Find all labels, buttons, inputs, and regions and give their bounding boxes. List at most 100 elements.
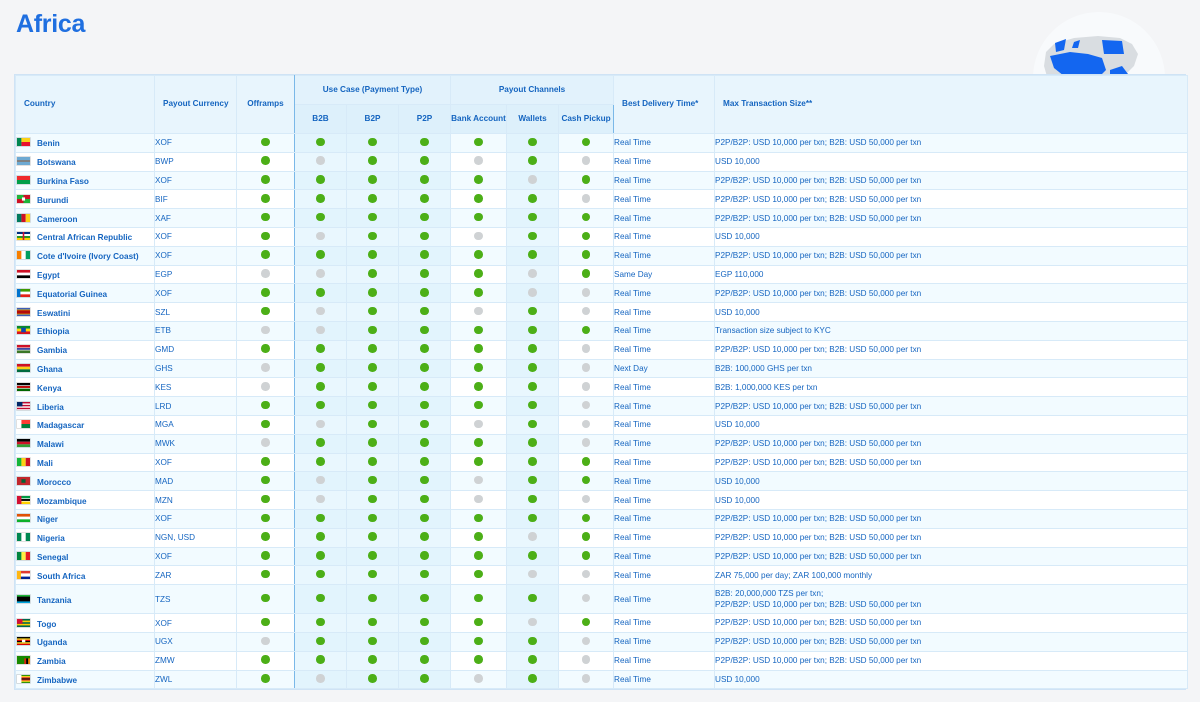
cash-pickup-available-dot (582, 551, 591, 560)
col-header-bank-account[interactable]: Bank Account (451, 105, 507, 134)
availability-table-container: Country Payout Currency Offramps Use Cas… (14, 74, 1186, 690)
p2p-available-dot (420, 674, 429, 683)
table-row[interactable]: MalawiMWKReal TimeP2P/B2P: USD 10,000 pe… (16, 434, 1188, 453)
table-row[interactable]: Burkina FasoXOFReal TimeP2P/B2P: USD 10,… (16, 171, 1188, 190)
cell-payout-currency: XOF (155, 509, 237, 528)
table-row[interactable]: MozambiqueMZNReal TimeUSD 10,000 (16, 491, 1188, 510)
cell-max-transaction-size: USD 10,000 (715, 152, 1188, 171)
cell-b2p (347, 453, 399, 472)
table-row[interactable]: TanzaniaTZSReal TimeB2B: 20,000,000 TZS … (16, 585, 1188, 614)
col-header-cash-pickup[interactable]: Cash Pickup (559, 105, 614, 134)
cash-pickup-available-dot (582, 232, 591, 241)
togo-flag (16, 618, 31, 628)
table-row[interactable]: MoroccoMADReal TimeUSD 10,000 (16, 472, 1188, 491)
cell-p2p (399, 585, 451, 614)
cell-country: Madagascar (16, 415, 155, 434)
wallets-available-dot (528, 551, 537, 560)
table-row[interactable]: BeninXOFReal TimeP2P/B2P: USD 10,000 per… (16, 134, 1188, 153)
table-row[interactable]: EthiopiaETBReal TimeTransaction size sub… (16, 321, 1188, 340)
table-row[interactable]: GambiaGMDReal TimeP2P/B2P: USD 10,000 pe… (16, 340, 1188, 359)
table-row[interactable]: KenyaKESReal TimeB2B: 1,000,000 KES per … (16, 378, 1188, 397)
col-header-b2b[interactable]: B2B (295, 105, 347, 134)
table-row[interactable]: Central African RepublicXOFReal TimeUSD … (16, 227, 1188, 246)
cash-pickup-unavailable-dot (582, 438, 591, 447)
cell-best-delivery-time: Real Time (614, 509, 715, 528)
cell-bank-account (451, 340, 507, 359)
cash-pickup-available-dot (582, 618, 591, 627)
cell-wallets (507, 415, 559, 434)
bank-account-unavailable-dot (474, 476, 483, 485)
p2p-available-dot (420, 476, 429, 485)
cell-b2p (347, 528, 399, 547)
table-row[interactable]: Cote d'Ivoire (Ivory Coast)XOFReal TimeP… (16, 246, 1188, 265)
table-row[interactable]: TogoXOFReal TimeP2P/B2P: USD 10,000 per … (16, 614, 1188, 633)
col-header-country[interactable]: Country (16, 76, 155, 134)
table-row[interactable]: GhanaGHSNext DayB2B: 100,000 GHS per txn (16, 359, 1188, 378)
cell-payout-currency: ETB (155, 321, 237, 340)
wallets-available-dot (528, 655, 537, 664)
cell-b2p (347, 614, 399, 633)
cell-best-delivery-time: Real Time (614, 528, 715, 547)
cell-b2p (347, 415, 399, 434)
table-row[interactable]: MadagascarMGAReal TimeUSD 10,000 (16, 415, 1188, 434)
p2p-available-dot (420, 363, 429, 372)
table-row[interactable]: EswatiniSZLReal TimeUSD 10,000 (16, 303, 1188, 322)
cell-cash-pickup (559, 246, 614, 265)
cell-max-transaction-size: USD 10,000 (715, 303, 1188, 322)
b2b-available-dot (316, 175, 325, 184)
cell-p2p (399, 284, 451, 303)
cell-wallets (507, 670, 559, 689)
cell-country: Benin (16, 134, 155, 153)
table-row[interactable]: NigerXOFReal TimeP2P/B2P: USD 10,000 per… (16, 509, 1188, 528)
bank-account-available-dot (474, 457, 483, 466)
table-row[interactable]: CameroonXAFReal TimeP2P/B2P: USD 10,000 … (16, 209, 1188, 228)
table-row[interactable]: ZambiaZMWReal TimeP2P/B2P: USD 10,000 pe… (16, 651, 1188, 670)
table-row[interactable]: BotswanaBWPReal TimeUSD 10,000 (16, 152, 1188, 171)
cash-pickup-available-dot (582, 532, 591, 541)
table-row[interactable]: South AfricaZARReal TimeZAR 75,000 per d… (16, 566, 1188, 585)
cell-p2p (399, 378, 451, 397)
table-row[interactable]: EgyptEGPSame DayEGP 110,000 (16, 265, 1188, 284)
cell-p2p (399, 670, 451, 689)
cell-bank-account (451, 359, 507, 378)
col-header-b2p[interactable]: B2P (347, 105, 399, 134)
cell-b2b (295, 378, 347, 397)
col-header-p2p[interactable]: P2P (399, 105, 451, 134)
table-row[interactable]: SenegalXOFReal TimeP2P/B2P: USD 10,000 p… (16, 547, 1188, 566)
cell-max-transaction-size: USD 10,000 (715, 415, 1188, 434)
cell-b2p (347, 340, 399, 359)
cell-cash-pickup (559, 614, 614, 633)
cell-p2p (399, 190, 451, 209)
table-row[interactable]: UgandaUGXReal TimeP2P/B2P: USD 10,000 pe… (16, 632, 1188, 651)
cash-pickup-available-dot (582, 213, 591, 222)
cell-cash-pickup (559, 491, 614, 510)
b2b-available-dot (316, 618, 325, 627)
cell-max-transaction-size: P2P/B2P: USD 10,000 per txn; B2B: USD 50… (715, 547, 1188, 566)
cell-best-delivery-time: Real Time (614, 472, 715, 491)
bank-account-available-dot (474, 594, 483, 603)
cell-payout-currency: KES (155, 378, 237, 397)
cell-offramps (237, 585, 295, 614)
cell-offramps (237, 397, 295, 416)
table-row[interactable]: ZimbabweZWLReal TimeUSD 10,000 (16, 670, 1188, 689)
cell-offramps (237, 415, 295, 434)
mozambique-flag (16, 495, 31, 505)
country-name: Zimbabwe (37, 676, 77, 685)
cash-pickup-unavailable-dot (582, 495, 591, 504)
col-header-wallets[interactable]: Wallets (507, 105, 559, 134)
table-row[interactable]: Equatorial GuineaXOFReal TimeP2P/B2P: US… (16, 284, 1188, 303)
cell-p2p (399, 651, 451, 670)
table-row[interactable]: BurundiBIFReal TimeP2P/B2P: USD 10,000 p… (16, 190, 1188, 209)
p2p-available-dot (420, 551, 429, 560)
col-header-offramps[interactable]: Offramps (237, 76, 295, 134)
col-header-best-delivery-time[interactable]: Best Delivery Time* (614, 76, 715, 134)
table-row[interactable]: LiberiaLRDReal TimeP2P/B2P: USD 10,000 p… (16, 397, 1188, 416)
table-row[interactable]: NigeriaNGN, USDReal TimeP2P/B2P: USD 10,… (16, 528, 1188, 547)
col-header-payout-currency[interactable]: Payout Currency (155, 76, 237, 134)
table-row[interactable]: MaliXOFReal TimeP2P/B2P: USD 10,000 per … (16, 453, 1188, 472)
col-header-max-transaction-size[interactable]: Max Transaction Size** (715, 76, 1188, 134)
cell-b2b (295, 152, 347, 171)
cell-best-delivery-time: Real Time (614, 246, 715, 265)
cell-b2b (295, 585, 347, 614)
cell-wallets (507, 227, 559, 246)
